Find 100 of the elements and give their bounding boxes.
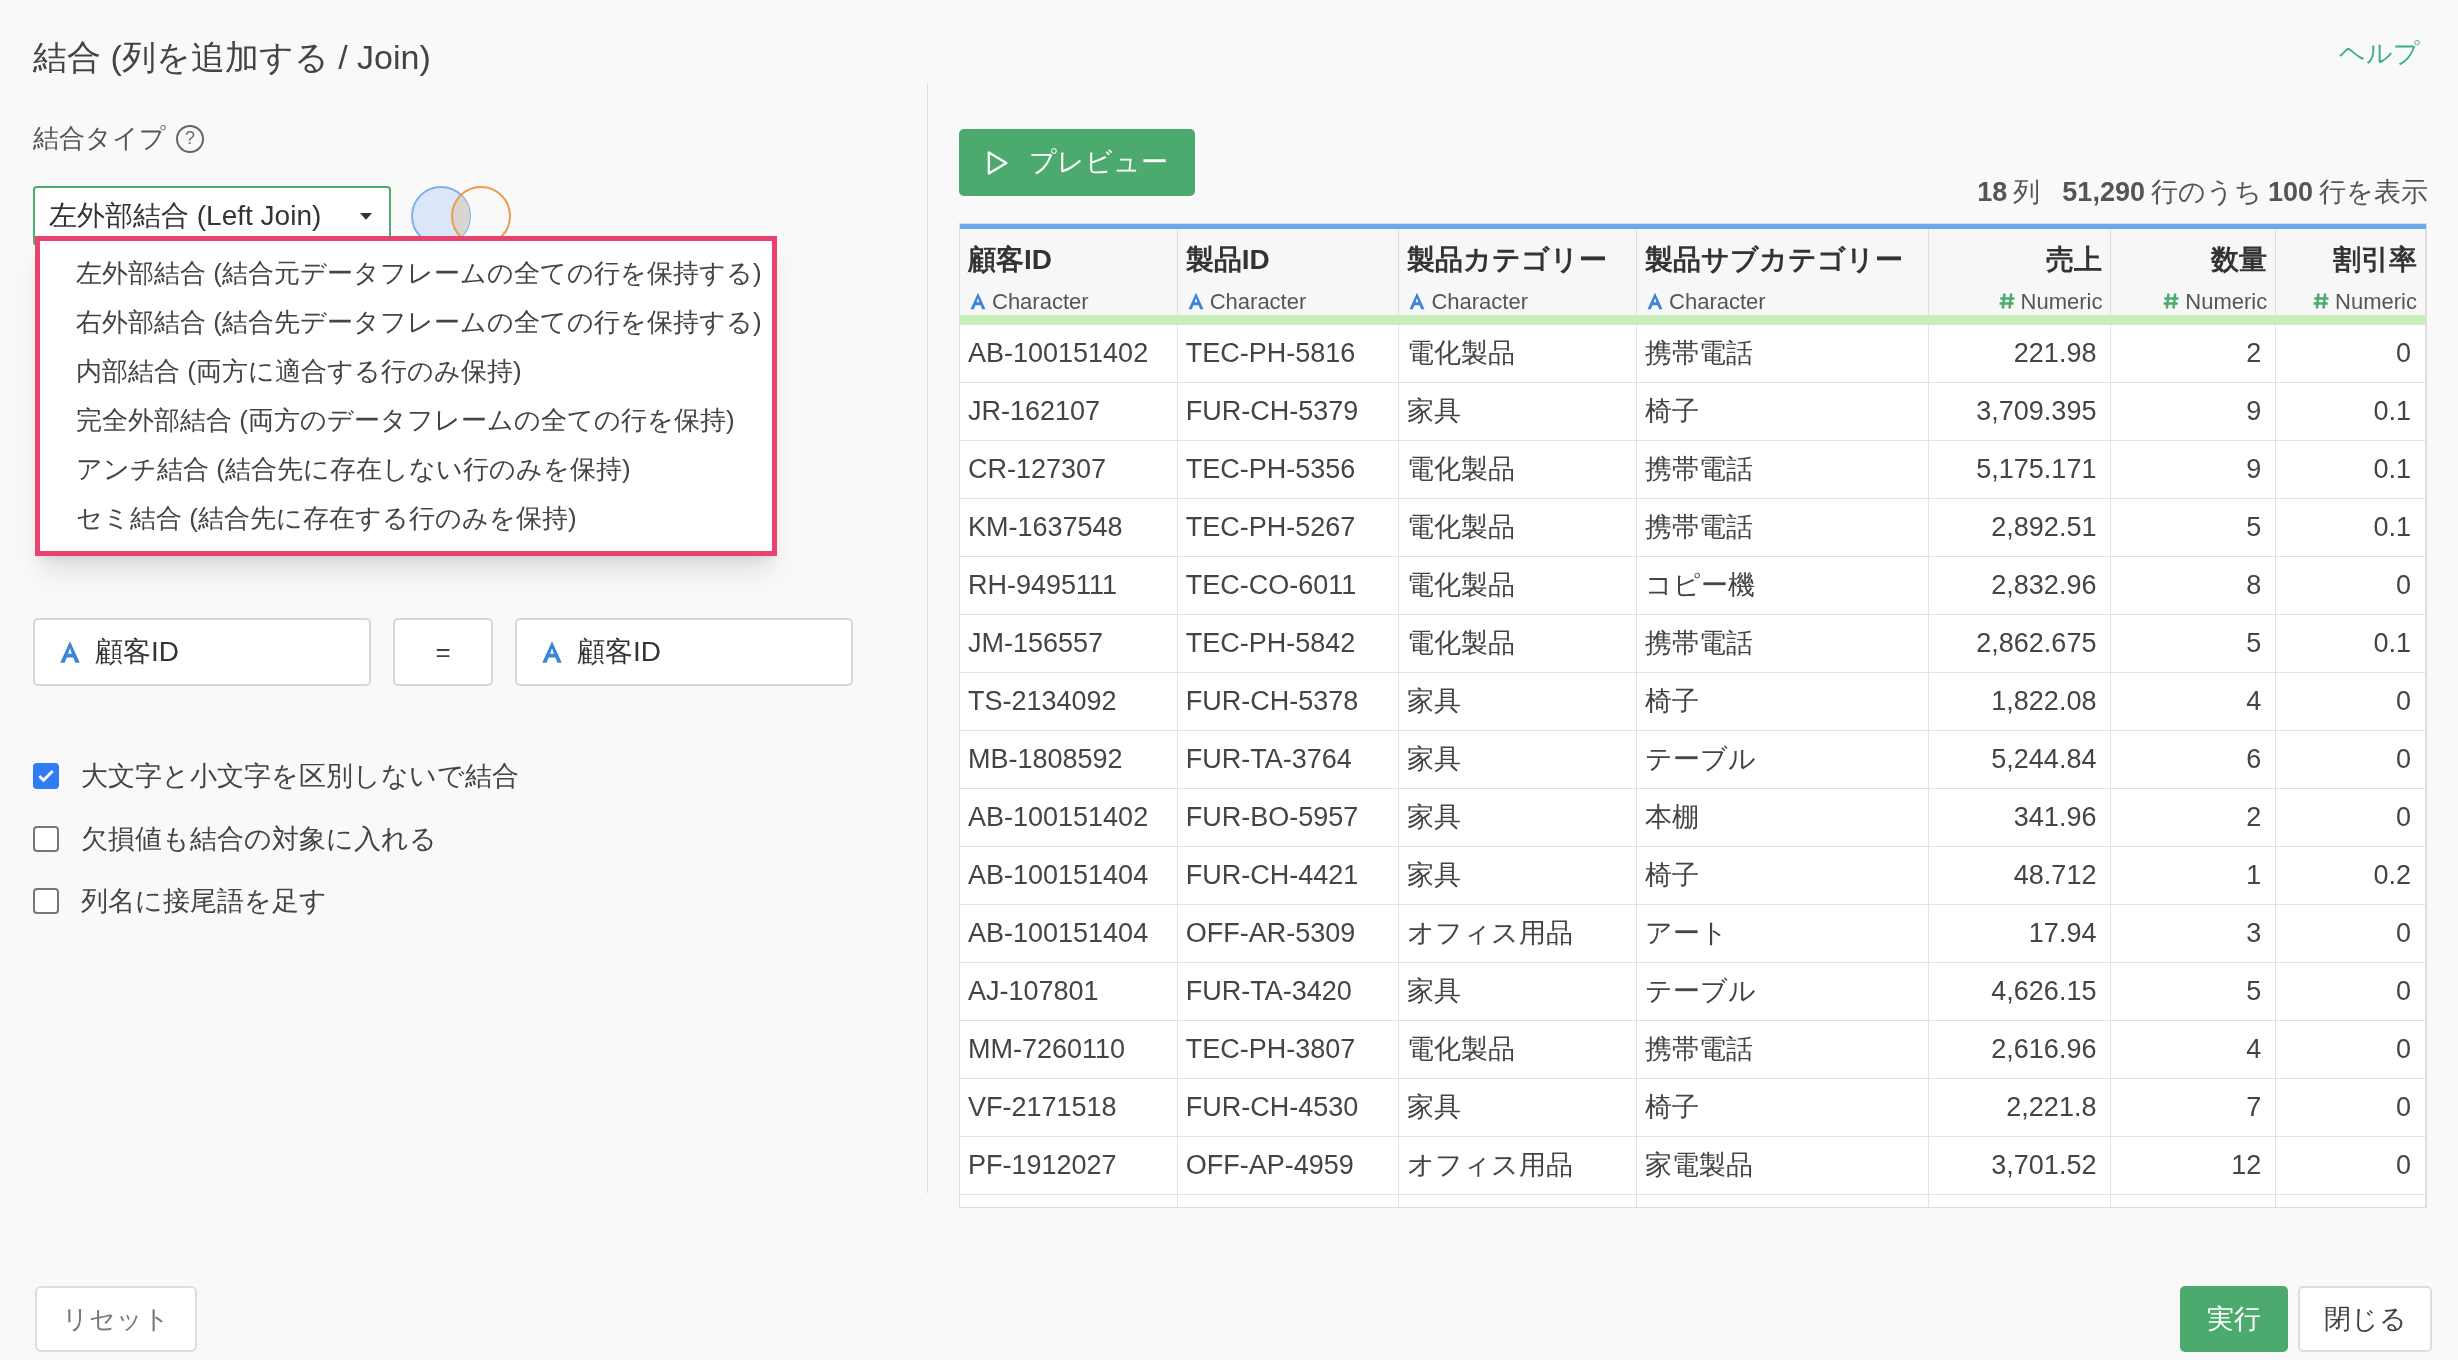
table-cell: 電化製品	[1399, 324, 1638, 382]
table-cell: 4,626.15	[1928, 962, 2112, 1020]
table-cell: 家具	[1399, 788, 1638, 846]
table-cell: TEC-PH-5267	[1177, 498, 1400, 556]
table-cell: 家具	[1399, 962, 1638, 1020]
table-cell: オフィス用品	[1399, 1136, 1638, 1194]
table-cell: TEC-CO-6011	[1177, 556, 1400, 614]
table-cell: テーブル	[1637, 730, 1929, 788]
numeric-type-icon	[2311, 291, 2332, 311]
help-icon[interactable]: ?	[176, 124, 204, 153]
table-cell: 本棚	[1637, 788, 1929, 846]
table-cell: 携帯電話	[1637, 324, 1929, 382]
menu-item[interactable]: 内部結合 (両方に適合する行のみ保持)	[40, 347, 772, 396]
table-cell: AB-100151402	[960, 324, 1178, 382]
column-type: Character	[1209, 287, 1307, 316]
table-cell: 電化製品	[1399, 556, 1638, 614]
checkbox[interactable]	[33, 888, 59, 915]
shown-count: 100	[2267, 176, 2313, 209]
table-cell: 電化製品	[1399, 498, 1638, 556]
table-cell: PF-1912027	[960, 1136, 1178, 1194]
column-header[interactable]: 顧客ID	[968, 238, 1052, 281]
table-cell: 椅子	[1637, 382, 1929, 440]
column-type: Character	[1431, 287, 1528, 316]
reset-button[interactable]: リセット	[35, 1286, 197, 1352]
table-cell: 0.1	[2276, 614, 2426, 672]
table-cell: FUR-TA-3764	[1177, 730, 1400, 788]
table-cell: 341.96	[1928, 788, 2112, 846]
table-cell: 2	[2111, 324, 2277, 382]
table-cell: 2,616.96	[1928, 1020, 2112, 1078]
table-cell: AJ-107801	[960, 962, 1178, 1020]
table-cell: TEC-PH-5816	[1177, 324, 1400, 382]
checkbox-label: 欠損値も結合の対象に入れる	[81, 822, 437, 856]
table-cell: 4	[2111, 1020, 2277, 1078]
table-cell: TS-2134092	[960, 672, 1178, 730]
table-cell: FUR-BO-5957	[1177, 788, 1400, 846]
checkbox[interactable]	[33, 763, 59, 790]
table-cell: 家具	[1399, 672, 1638, 730]
table-cell: 9	[2111, 440, 2277, 498]
table-cell: 家具	[1399, 846, 1638, 904]
key-column-select[interactable]: 顧客ID	[515, 618, 853, 686]
menu-item[interactable]: アンチ結合 (結合先に存在しない行のみを保持)	[40, 445, 772, 494]
dialog-title: 結合 (列を追加する / Join)	[33, 37, 431, 78]
table-cell: 電化製品	[1399, 440, 1638, 498]
table-cell: KM-1637548	[960, 498, 1178, 556]
column-header[interactable]: 割引率	[2333, 238, 2417, 281]
table-cell: 1	[2111, 846, 2277, 904]
column-header[interactable]: 製品ID	[1185, 238, 1270, 281]
character-type-icon	[57, 639, 83, 665]
menu-item[interactable]: 左外部結合 (結合元データフレームの全ての行を保持する)	[40, 249, 772, 298]
column-header[interactable]: 製品カテゴリー	[1407, 238, 1608, 281]
column-header[interactable]: 製品サブカテゴリー	[1645, 238, 1904, 281]
table-cell: オフィス用品	[1399, 904, 1638, 962]
table-cell: 0	[2276, 324, 2426, 382]
checkbox-label: 大文字と小文字を区別しないで結合	[81, 760, 519, 793]
operator-select[interactable]: =	[393, 618, 493, 686]
column-header[interactable]: 売上	[2046, 238, 2103, 281]
table-cell: 5,175.171	[1928, 440, 2112, 498]
column-type: Numeric	[2335, 287, 2417, 316]
table-cell: 電化製品	[1399, 1020, 1638, 1078]
table-cell: FUR-CH-5379	[1177, 382, 1400, 440]
table-cell: アート	[1637, 904, 1929, 962]
table-cell: 0.1	[2276, 382, 2426, 440]
table-cell: 7	[2111, 1078, 2277, 1136]
table-cell: 0	[2276, 730, 2426, 788]
table-cell: 0	[2276, 788, 2426, 846]
column-header[interactable]: 数量	[2211, 238, 2268, 281]
table-cell: TEC-PH-5356	[1177, 440, 1400, 498]
table-cell: JM-156557	[960, 614, 1178, 672]
shown-count-label: 行を表示	[2319, 176, 2428, 209]
close-button[interactable]: 閉じる	[2298, 1286, 2432, 1352]
table-cell: 家電製品	[1637, 1136, 1929, 1194]
table-cell: 6	[2111, 730, 2277, 788]
table-cell: 0	[2276, 672, 2426, 730]
menu-item[interactable]: セミ結合 (結合先に存在する行のみを保持)	[40, 494, 772, 543]
checkbox[interactable]	[33, 825, 59, 852]
table-cell: 椅子	[1637, 846, 1929, 904]
key-column-select[interactable]: 顧客ID	[33, 618, 371, 686]
menu-item[interactable]: 右外部結合 (結合先データフレームの全ての行を保持する)	[40, 298, 772, 347]
table-cell: TEC-PH-5842	[1177, 614, 1400, 672]
table-cell: 2,862.675	[1928, 614, 2112, 672]
table-cell: CR-127307	[960, 440, 1178, 498]
table-cell: 2	[2111, 788, 2277, 846]
table-cell: MM-7260110	[960, 1020, 1178, 1078]
table-cell: 9	[2111, 382, 2277, 440]
table-cell: 0	[2276, 1078, 2426, 1136]
table-cell: 携帯電話	[1637, 614, 1929, 672]
character-type-icon	[539, 639, 565, 665]
table-cell: 椅子	[1637, 1078, 1929, 1136]
table-cell: TEC-PH-3807	[1177, 1020, 1400, 1078]
row-count-label: 行のうち	[2150, 176, 2262, 209]
table-cell: VF-2171518	[960, 1078, 1178, 1136]
table-cell: MB-1808592	[960, 730, 1178, 788]
table-cell: 0	[2276, 1020, 2426, 1078]
table-cell: 1,822.08	[1928, 672, 2112, 730]
table-cell: 221.98	[1928, 324, 2112, 382]
table-cell: 携帯電話	[1637, 498, 1929, 556]
menu-item[interactable]: 完全外部結合 (両方のデータフレームの全ての行を保持)	[40, 396, 772, 445]
table-cell: 3,701.52	[1928, 1136, 2112, 1194]
table-cell: テーブル	[1637, 962, 1929, 1020]
table-cell: 0	[2276, 904, 2426, 962]
